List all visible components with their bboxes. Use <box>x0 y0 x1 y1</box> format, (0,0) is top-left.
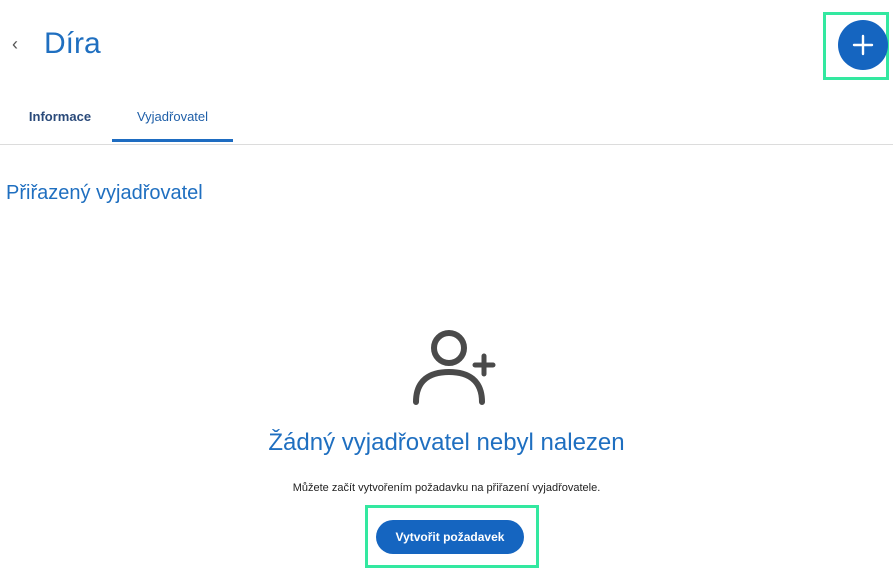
tab-bar: Informace Vyjadřovatel <box>0 98 893 145</box>
chevron-left-icon: ‹ <box>12 34 18 54</box>
empty-state-title: Žádný vyjadřovatel nebyl nalezen <box>268 429 625 456</box>
create-request-button[interactable]: Vytvořit požadavek <box>376 520 524 554</box>
back-button[interactable]: ‹ <box>12 34 28 54</box>
tab-informace[interactable]: Informace <box>8 98 112 142</box>
add-button[interactable] <box>838 20 888 70</box>
section-title: Přiřazený vyjadřovatel <box>6 182 203 204</box>
plus-icon <box>852 34 874 56</box>
tab-vyjadrovatel[interactable]: Vyjadřovatel <box>112 98 233 142</box>
empty-state-subtitle: Můžete začít vytvořením požadavku na při… <box>292 482 601 494</box>
page-header: ‹ Díra <box>0 0 893 90</box>
page-title: Díra <box>44 27 101 60</box>
add-person-icon <box>413 330 496 405</box>
